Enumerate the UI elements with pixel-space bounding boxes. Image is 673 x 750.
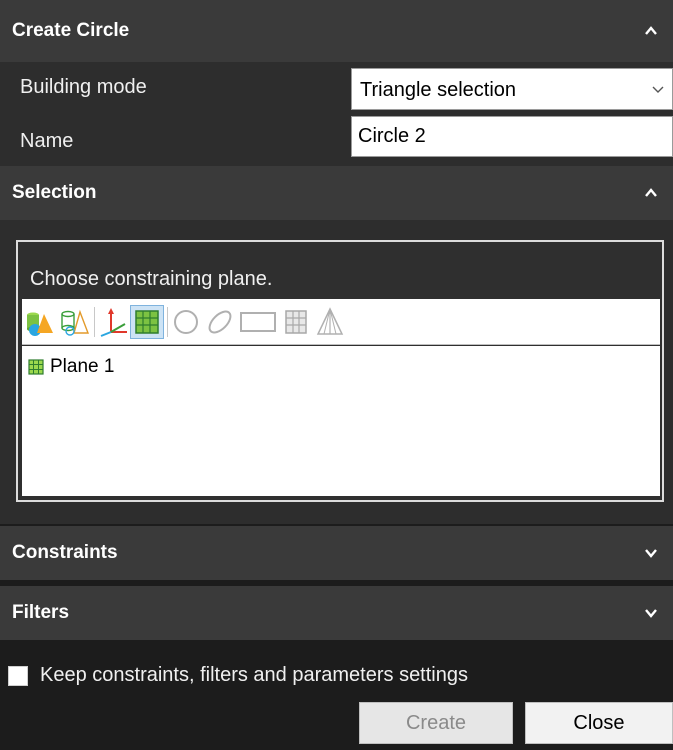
chevron-down-icon bbox=[652, 86, 664, 93]
circle-icon[interactable] bbox=[170, 306, 202, 338]
selection-prompt: Choose constraining plane. bbox=[30, 268, 273, 290]
chevron-up-icon[interactable] bbox=[643, 185, 659, 201]
selection-frame: Choose constraining plane. Plane 1 bbox=[16, 240, 664, 502]
create-circle-title: Create Circle bbox=[12, 20, 130, 41]
plane-icon[interactable] bbox=[130, 304, 164, 339]
axes-icon[interactable] bbox=[97, 306, 129, 338]
filters-title: Filters bbox=[12, 602, 70, 623]
constraints-title: Constraints bbox=[12, 542, 118, 563]
plane-icon bbox=[28, 359, 44, 375]
keep-settings-label: Keep constraints, filters and parameters… bbox=[40, 664, 468, 686]
chevron-down-icon[interactable] bbox=[643, 545, 659, 561]
create-circle-header[interactable]: Create Circle bbox=[0, 0, 673, 62]
list-item[interactable]: Plane 1 bbox=[28, 356, 114, 378]
selection-header[interactable]: Selection bbox=[0, 166, 673, 220]
name-label: Name bbox=[20, 130, 74, 152]
constraints-header[interactable]: Constraints bbox=[0, 526, 673, 580]
create-button[interactable]: Create bbox=[359, 702, 513, 744]
pyramid-icon[interactable] bbox=[314, 306, 346, 338]
chevron-down-icon[interactable] bbox=[643, 605, 659, 621]
grid-icon[interactable] bbox=[280, 306, 312, 338]
selection-list[interactable]: Plane 1 bbox=[22, 346, 660, 496]
close-button[interactable]: Close bbox=[525, 702, 673, 744]
toolbar-separator bbox=[167, 306, 168, 337]
building-mode-value: Triangle selection bbox=[360, 79, 517, 101]
solids-icon[interactable] bbox=[24, 306, 56, 338]
rectangle-icon[interactable] bbox=[238, 306, 278, 338]
cylinder-cone-icon[interactable] bbox=[58, 306, 90, 338]
selection-toolbar bbox=[22, 299, 660, 345]
chevron-up-icon[interactable] bbox=[643, 23, 659, 39]
building-mode-label: Building mode bbox=[20, 76, 147, 98]
selection-title: Selection bbox=[12, 182, 97, 203]
name-field[interactable] bbox=[351, 116, 673, 157]
list-item-label: Plane 1 bbox=[50, 356, 115, 377]
ellipse-icon[interactable] bbox=[204, 306, 236, 338]
keep-settings-checkbox[interactable] bbox=[8, 666, 28, 686]
toolbar-separator bbox=[94, 306, 95, 337]
building-mode-dropdown[interactable]: Triangle selection bbox=[351, 68, 673, 110]
filters-header[interactable]: Filters bbox=[0, 586, 673, 640]
